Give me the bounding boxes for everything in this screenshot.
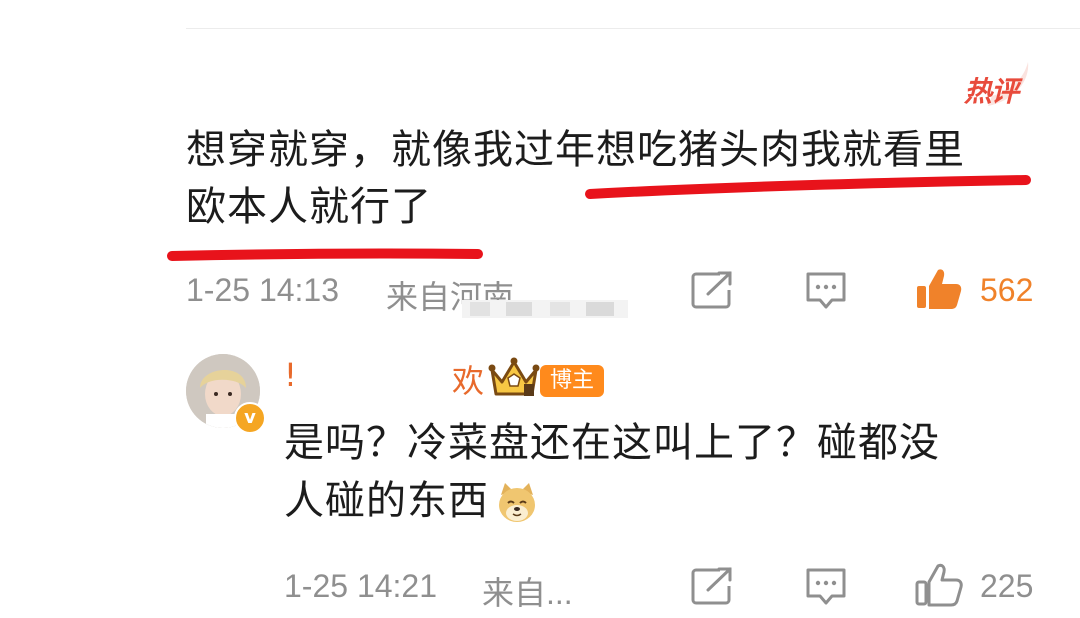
comment-icon[interactable]: [804, 270, 848, 310]
crown-icon: [488, 357, 540, 396]
top-divider: [186, 28, 1080, 29]
reply-line-2-text: 人碰的东西: [284, 478, 489, 524]
reply-time: 1-25 14:21: [284, 568, 438, 604]
username-start: !: [284, 356, 297, 394]
reply-like-count: 225: [980, 568, 1034, 604]
hot-badge-label: 热评: [964, 75, 1019, 108]
hot-comment-badge: 热评: [958, 60, 1034, 108]
comment-time: 1-25 14:13: [186, 272, 340, 308]
reply-line-2: 人碰的东西: [284, 472, 1044, 530]
reply-meta-row: 1-25 14:21 来自... 225: [0, 562, 1080, 612]
comment-icon[interactable]: [804, 566, 848, 606]
comment-line-1: 想穿就穿，就像我过年想吃猪头肉我就看里: [186, 127, 965, 173]
reply-text[interactable]: 是吗？冷菜盘还在这叫上了？碰都没 人碰的东西: [284, 414, 1044, 530]
like-icon[interactable]: [914, 266, 964, 312]
share-icon[interactable]: [690, 566, 734, 606]
blogger-badge: 博主: [540, 365, 605, 397]
like-icon[interactable]: [914, 562, 964, 608]
reply-location: 来自...: [482, 575, 573, 611]
username-end: 欢: [452, 362, 485, 400]
doge-emoji-icon: [499, 483, 535, 522]
comment-like-count: 562: [980, 272, 1034, 308]
verified-icon: v: [234, 402, 266, 434]
comment-text[interactable]: 想穿就穿，就像我过年想吃猪头肉我就看里 欧本人就行了: [186, 122, 1056, 236]
reply-line-1: 是吗？冷菜盘还在这叫上了？碰都没: [284, 420, 940, 466]
comment-line-2: 欧本人就行了: [186, 184, 432, 230]
share-icon[interactable]: [690, 270, 734, 310]
redacted-strip: [462, 300, 628, 318]
